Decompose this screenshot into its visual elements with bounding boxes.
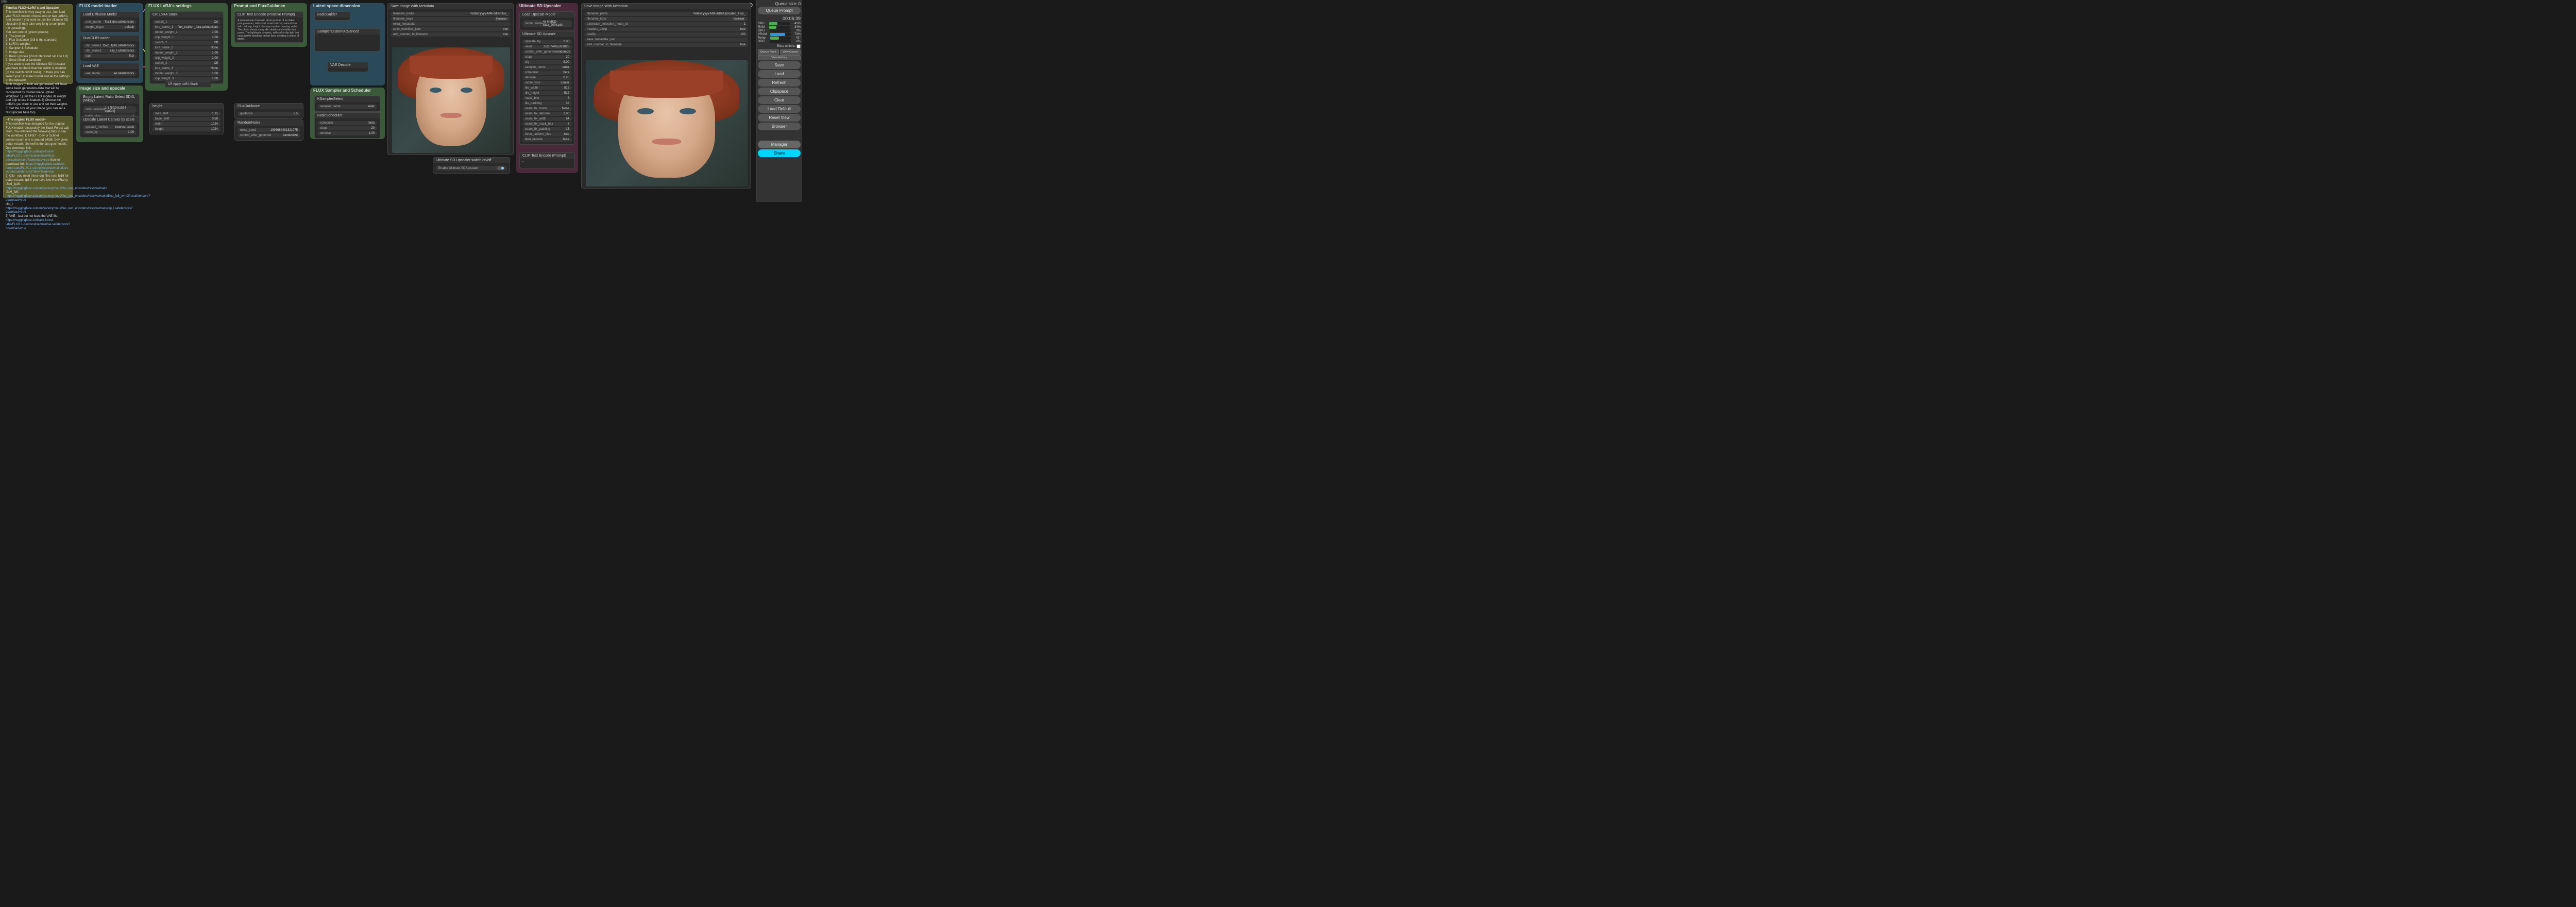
node-header: RandomNoise bbox=[235, 120, 303, 126]
save-button[interactable]: Save bbox=[758, 61, 801, 69]
sidebar: Queue size: 0 Queue Prompt 00:06:39 CPU4… bbox=[756, 0, 802, 202]
node-header: Load Diffusion Model bbox=[80, 12, 139, 18]
prompt-text-2[interactable]: - bbox=[520, 159, 574, 168]
clipspace-button[interactable]: Clipspace bbox=[758, 88, 801, 95]
manager-button[interactable]: Manager bbox=[758, 141, 801, 148]
note-instructions: Tenofas FLUX+LoRA's and Upscaler This wo… bbox=[3, 4, 73, 84]
node-clip-encode-2[interactable]: CLIP Text Encode (Prompt) - bbox=[519, 152, 575, 168]
node-clip-encode-positive[interactable]: CLIP Text Encode (Positive Prompt) A pro… bbox=[234, 11, 303, 43]
node-random-noise[interactable]: RandomNoise noise_seed1098664491321075 c… bbox=[234, 119, 303, 141]
queue-size: Queue size: 0 bbox=[758, 2, 801, 6]
toggle-on-icon[interactable] bbox=[497, 166, 504, 170]
node-header: DualCLIPLoader bbox=[80, 36, 139, 41]
load-default-button[interactable]: Load Default bbox=[758, 105, 801, 113]
node-header: SamplerCustomAdvanced bbox=[315, 29, 380, 35]
group-title: Prompt and FluxGuidance bbox=[234, 4, 285, 8]
link-vae[interactable]: https://huggingface.co/black-forest-labs… bbox=[6, 219, 70, 230]
browser-button[interactable]: Browser bbox=[758, 123, 801, 130]
node-header: Load VAE bbox=[80, 63, 139, 69]
node-header: Load Upscale Model bbox=[520, 12, 574, 18]
link-dev[interactable]: https://huggingface.co/black-forest-labs… bbox=[6, 150, 56, 162]
link-t5-fp16[interactable]: https://huggingface.co/comfyanonymous/fl… bbox=[6, 187, 107, 190]
node-header: CLIP Text Encode (Positive Prompt) bbox=[235, 12, 303, 18]
node-header: Ultimate SD Upscaler switch on/off bbox=[433, 158, 510, 163]
stat-gpu: GPU0% bbox=[758, 29, 801, 32]
node-header: height bbox=[150, 104, 223, 109]
group-title: Image size and upscale bbox=[79, 86, 125, 91]
node-header: VAE Decode bbox=[328, 62, 368, 68]
stat-temp: Temp42° bbox=[758, 37, 801, 40]
link-clipl[interactable]: https://huggingface.co/comfyanonymous/fl… bbox=[6, 207, 132, 214]
node-header: CR Apply LoRA Stack bbox=[165, 82, 211, 87]
image-preview-2 bbox=[586, 60, 748, 186]
node-vae-decode[interactable]: VAE Decode bbox=[327, 62, 368, 72]
node-save-image-2[interactable]: Save Image With Metadata filename_prefix… bbox=[581, 3, 751, 189]
group-title: Latent space dimension bbox=[313, 4, 360, 8]
node-save-image-1[interactable]: Save Image With Metadata filename_prefix… bbox=[387, 3, 514, 155]
node-flux-guidance[interactable]: FluxGuidance guidance3.5 bbox=[234, 103, 303, 119]
group-title: FLUX model loader bbox=[79, 4, 117, 8]
node-apply-lora[interactable]: CR Apply LoRA Stack bbox=[165, 81, 211, 88]
node-header: CLIP Text Encode (Prompt) bbox=[520, 153, 574, 159]
link-t5-fp8[interactable]: https://huggingface.co/comfyanonymous/fl… bbox=[6, 195, 150, 202]
node-header: Upscale Latent Canvas by scale bbox=[80, 117, 139, 123]
node-dualclip[interactable]: DualCLIPLoader clip_name1t5xxl_fp16.safe… bbox=[80, 35, 140, 61]
node-header: Ultimate SD Upscale bbox=[520, 31, 574, 37]
node-ultimate-sd-upscale[interactable]: Ultimate SD Upscale upscale_by2.00 seed2… bbox=[519, 31, 575, 145]
node-header: KSamplerSelect bbox=[315, 96, 380, 102]
view-history-button[interactable]: View History bbox=[758, 55, 801, 60]
extra-options-check[interactable]: Extra options bbox=[758, 44, 801, 48]
node-basic-guider[interactable]: BasicGuider bbox=[314, 11, 350, 21]
stat-ram: RAM34% bbox=[758, 26, 801, 29]
note-model-links: --The original FLUX model-- This workflo… bbox=[3, 116, 73, 198]
status-text: Idle bbox=[1, 0, 7, 4]
refresh-button[interactable]: Refresh bbox=[758, 79, 801, 87]
node-header: BasicScheduler bbox=[315, 113, 380, 118]
reset-view-button[interactable]: Reset View bbox=[758, 114, 801, 122]
group-title: Ultimate SD Upscaler bbox=[519, 4, 561, 8]
prompt-text[interactable]: A professional cinematic photo portrait … bbox=[235, 18, 303, 42]
node-sampler-custom[interactable]: SamplerCustomAdvanced bbox=[314, 28, 380, 52]
node-header: BasicGuider bbox=[315, 12, 350, 18]
node-header: FluxGuidance bbox=[235, 104, 303, 109]
share-button[interactable]: Share bbox=[758, 149, 801, 157]
node-header: Empty Latent Ratio Select SDXL (Mikey) bbox=[80, 94, 139, 104]
timer: 00:06:39 bbox=[758, 16, 801, 21]
node-header: CR LoRA Stack bbox=[150, 12, 223, 18]
node-model-sampling-flux[interactable]: height max_shift1.15 base_shift0.50 widt… bbox=[149, 103, 224, 134]
group-title: FLUX Sampler and Scheduler bbox=[313, 88, 371, 93]
node-basic-scheduler[interactable]: BasicScheduler schedulerbeta steps20 den… bbox=[314, 112, 380, 139]
view-queue-button[interactable]: View Queue bbox=[780, 49, 801, 55]
queue-front-button[interactable]: Queue Front bbox=[758, 49, 779, 55]
node-header: Save Image With Metadata bbox=[388, 4, 513, 9]
node-upscaler-switch[interactable]: Ultimate SD Upscaler switch on/off Enabl… bbox=[433, 157, 510, 174]
node-load-upscale[interactable]: Load Upscale Model model_name4x-NMKD-Sia… bbox=[519, 11, 575, 30]
load-button[interactable]: Load bbox=[758, 70, 801, 78]
queue-prompt-button[interactable]: Queue Prompt bbox=[758, 7, 801, 14]
clear-button[interactable]: Clear bbox=[758, 96, 801, 104]
stat-cpu: CPU41% bbox=[758, 22, 801, 25]
node-upscale-latent[interactable]: Upscale Latent Canvas by scale upscale_m… bbox=[80, 116, 140, 138]
stat-hdd: HDD0% bbox=[758, 40, 801, 43]
node-loadvae[interactable]: Load VAE vae_nameae.safetensors bbox=[80, 63, 140, 79]
node-ksampler-select[interactable]: KSamplerSelect sampler_nameeuler bbox=[314, 96, 380, 112]
stat-vram: VRAM73% bbox=[758, 33, 801, 36]
group-title: FLUX LoRA's settings bbox=[148, 4, 192, 8]
node-header: Save Image With Metadata bbox=[582, 4, 751, 9]
node-lora-stack[interactable]: CR LoRA Stack switch_1On lora_name_1flux… bbox=[149, 11, 224, 84]
node-load-diffusion[interactable]: Load Diffusion Model unet_nameflux1-dev.… bbox=[80, 11, 140, 32]
image-preview-1 bbox=[392, 47, 510, 153]
